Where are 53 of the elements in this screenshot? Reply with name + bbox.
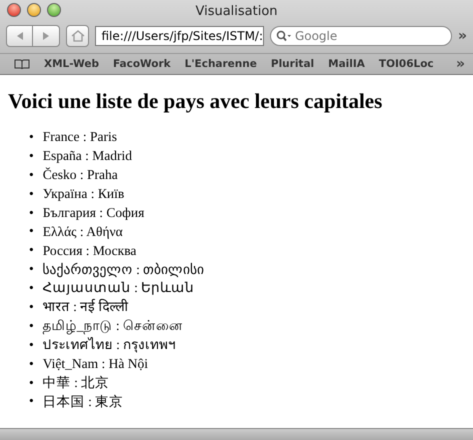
bookmark-link[interactable]: MailIA: [328, 58, 365, 70]
bullet: •: [29, 222, 34, 240]
bullet: •: [29, 260, 34, 278]
list-item: საქართველო : თბილისი: [42, 260, 204, 279]
list-item: ประเทศไทย : กรุงเทพฯ: [42, 336, 176, 354]
overflow-button[interactable]: »: [458, 28, 467, 44]
bullet: •: [29, 298, 34, 316]
bullet: •: [29, 392, 34, 410]
search-icon: [276, 30, 292, 42]
bullet: •: [29, 279, 34, 298]
minimize-button[interactable]: [27, 3, 41, 17]
search-field[interactable]: Google: [270, 26, 452, 46]
page-heading: Voici une liste de pays avec leurs capitales: [8, 89, 384, 114]
bookmark-link[interactable]: Plurital: [270, 58, 314, 70]
address-field[interactable]: file:///Users/jfp/Sites/ISTM/:: [95, 26, 264, 46]
back-button[interactable]: [6, 25, 33, 47]
bullet: •: [29, 316, 34, 335]
forward-button[interactable]: [33, 25, 60, 47]
bullet: •: [29, 374, 34, 392]
overflow-button[interactable]: »: [456, 56, 465, 72]
bookmark-link[interactable]: XML-Web: [44, 58, 99, 70]
bookmark-link[interactable]: TOI06Loc: [378, 58, 434, 70]
window-title: Visualisation: [195, 4, 278, 18]
list-item: Հայաստան : Երևան: [42, 279, 194, 298]
list-item: España : Madrid: [42, 147, 132, 166]
back-arrow-icon: [14, 31, 24, 41]
bullet: •: [29, 166, 34, 184]
bookmark-link[interactable]: FacoWork: [112, 58, 171, 70]
bullet: •: [29, 128, 34, 146]
list-item: தமிழ்_நாடு : சென்னை: [42, 317, 183, 336]
bullet: •: [29, 336, 34, 354]
list-item: Україна : Київ: [42, 185, 124, 203]
bullet: •: [29, 354, 34, 373]
bookmark-link[interactable]: L'Echarenne: [184, 58, 257, 70]
forward-arrow-icon: [41, 31, 51, 41]
zoom-button[interactable]: [47, 3, 61, 17]
list-item: Россия : Москва: [42, 242, 136, 260]
bullet: •: [29, 204, 34, 222]
home-button[interactable]: [66, 25, 90, 47]
list-item: 日本国 : 東京: [42, 392, 124, 411]
book-icon[interactable]: [14, 58, 30, 70]
bullet: •: [29, 184, 34, 203]
list-item: France : Paris: [42, 128, 117, 146]
list-item: Ελλάς : Αθήνα: [42, 222, 123, 241]
bullet: •: [29, 146, 34, 165]
list-item: България : София: [42, 204, 144, 222]
bullet: •: [29, 241, 34, 260]
close-button[interactable]: [7, 3, 21, 17]
house-icon: [70, 30, 85, 42]
list-item: भारत : नई दिल्ली: [42, 298, 129, 316]
list-item: Česko : Praha: [42, 166, 118, 184]
list-item: 中華 : 北京: [42, 374, 110, 392]
list-item: Việt_Nam : Hà Nội: [42, 355, 148, 374]
